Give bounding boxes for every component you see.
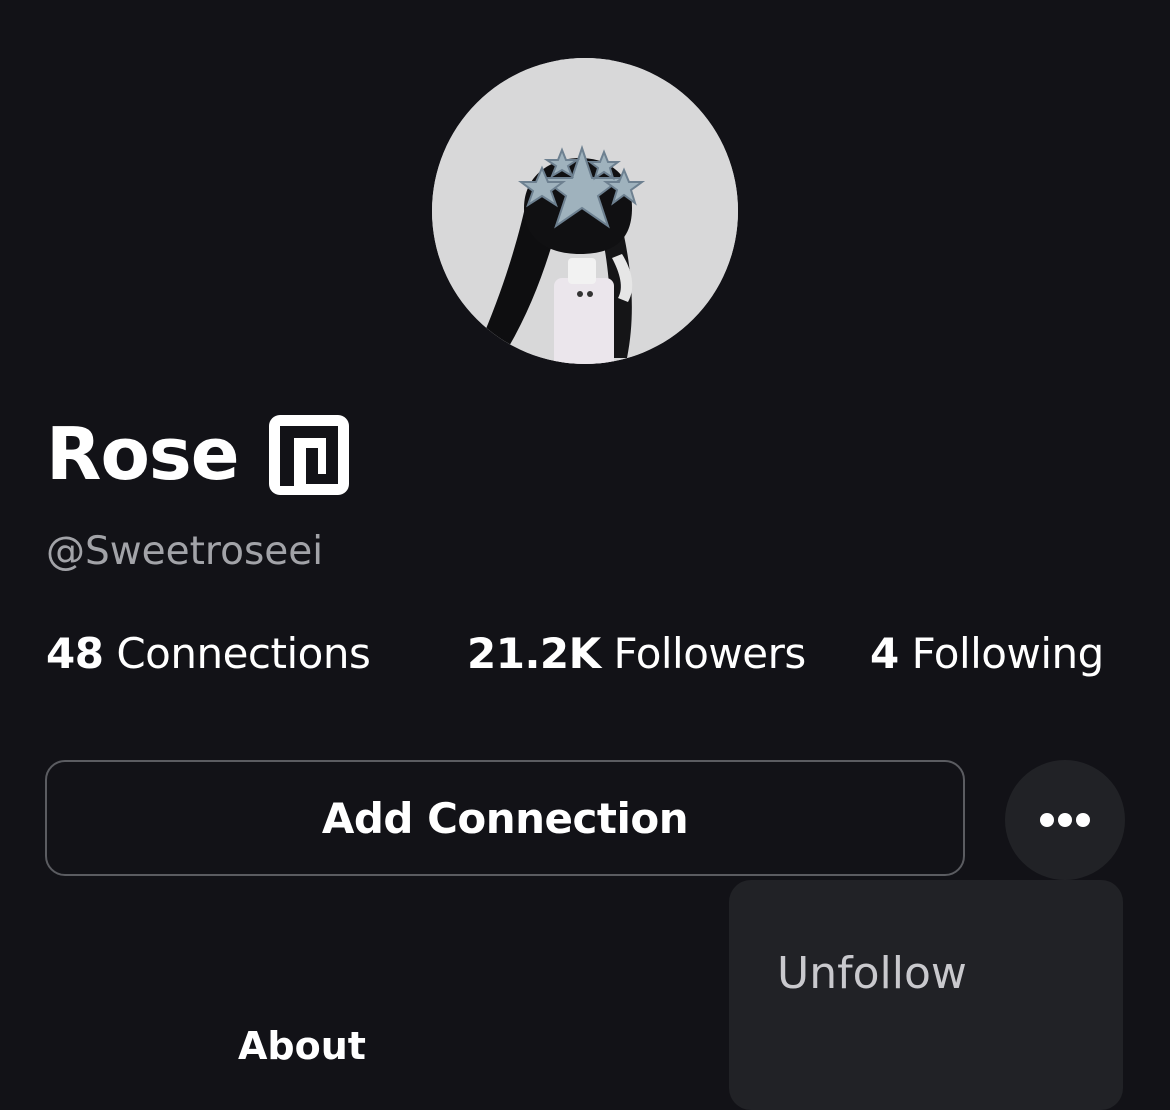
more-options-button[interactable] xyxy=(1005,760,1125,880)
avatar-image xyxy=(432,58,738,364)
connections-label: Connections xyxy=(116,629,371,678)
followers-label: Followers xyxy=(613,629,807,678)
avatar[interactable] xyxy=(432,58,738,364)
following-count: 4 xyxy=(870,629,899,678)
stat-connections[interactable]: 48 Connections xyxy=(46,624,371,684)
stat-followers[interactable]: 21.2K Followers xyxy=(467,624,806,684)
username: @Sweetroseei xyxy=(46,529,324,574)
tab-about[interactable]: About xyxy=(238,1018,366,1074)
followers-count: 21.2K xyxy=(467,629,601,678)
following-label: Following xyxy=(911,629,1105,678)
options-menu: Unfollow xyxy=(729,880,1123,1110)
stat-following[interactable]: 4 Following xyxy=(870,624,1104,684)
add-connection-button[interactable]: Add Connection xyxy=(45,760,965,876)
menu-item-unfollow[interactable]: Unfollow xyxy=(777,942,967,1006)
display-name: Rose xyxy=(46,412,240,496)
premium-badge-icon xyxy=(266,412,352,498)
connections-count: 48 xyxy=(46,629,104,678)
